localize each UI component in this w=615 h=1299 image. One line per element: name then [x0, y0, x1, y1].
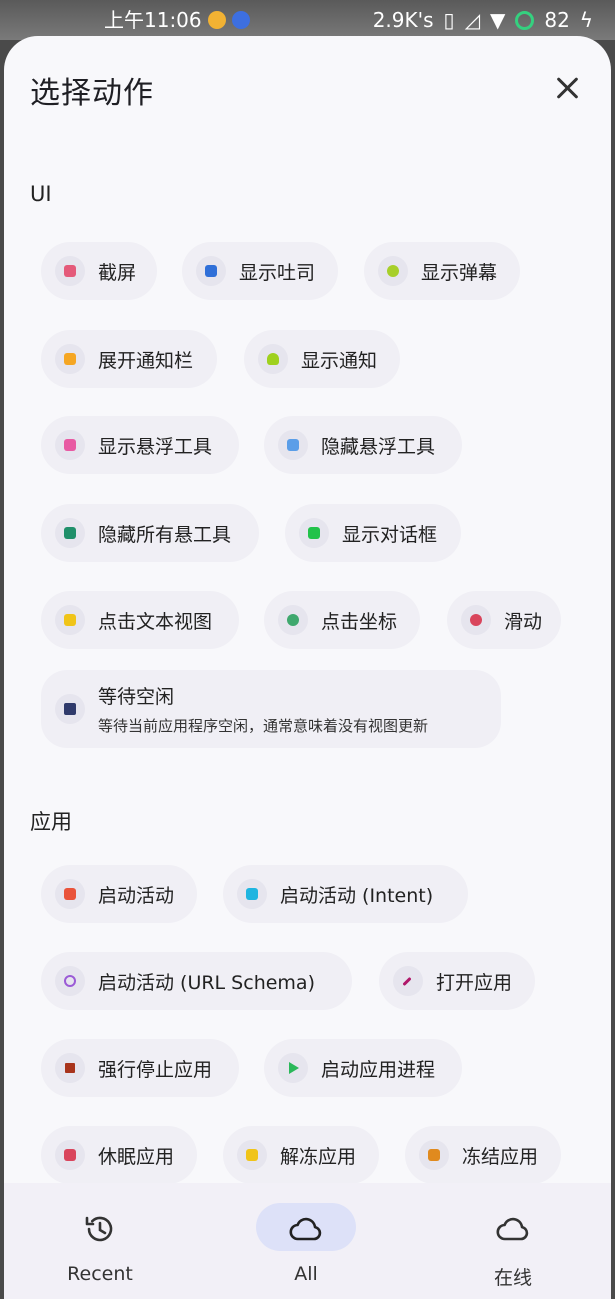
status-bar-left: 上午11:06	[104, 0, 250, 40]
action-show-toast[interactable]: 显示吐司	[182, 242, 338, 300]
action-unfreeze-app[interactable]: 解冻应用	[223, 1126, 379, 1184]
sleep-icon	[55, 1140, 85, 1170]
bell-icon	[258, 344, 288, 374]
stop-icon	[55, 1053, 85, 1083]
nav-label: All	[294, 1263, 318, 1285]
action-force-stop-app[interactable]: 强行停止应用	[41, 1039, 239, 1097]
action-freeze-app[interactable]: 冻结应用	[405, 1126, 561, 1184]
activity-icon	[237, 879, 267, 909]
action-hibernate-app[interactable]: 休眠应用	[41, 1126, 197, 1184]
open-arrow-icon	[393, 966, 423, 996]
toast-icon	[196, 256, 226, 286]
play-icon	[278, 1053, 308, 1083]
hourglass-icon	[55, 694, 85, 724]
action-label: 冻结应用	[462, 1145, 539, 1168]
action-label: 启动活动	[98, 884, 175, 907]
action-label: 展开通知栏	[98, 349, 194, 372]
action-label: 显示悬浮工具	[98, 435, 213, 458]
status-bar-right: 2.9K's ▯ ◿ ▼ 82 ϟ	[373, 0, 593, 40]
action-label: 启动活动 (Intent)	[280, 884, 434, 907]
action-label: 隐藏悬浮工具	[321, 435, 436, 458]
action-label: 显示通知	[301, 349, 378, 372]
action-label: 滑动	[504, 610, 543, 633]
action-label: 点击文本视图	[98, 610, 213, 633]
action-show-danmaku[interactable]: 显示弹幕	[364, 242, 520, 300]
action-label: 解冻应用	[280, 1145, 357, 1168]
action-label: 休眠应用	[98, 1145, 175, 1168]
action-start-activity-url-schema[interactable]: 启动活动 (URL Schema)	[41, 952, 352, 1010]
nav-label: 在线	[493, 1267, 532, 1289]
action-label: 启动活动 (URL Schema)	[98, 971, 315, 994]
action-label: 点击坐标	[321, 610, 398, 633]
floating-window-icon	[55, 430, 85, 460]
screenshot-icon	[55, 256, 85, 286]
action-label: 启动应用进程	[321, 1058, 436, 1081]
action-click-text-view[interactable]: 点击文本视图	[41, 591, 239, 649]
action-start-activity-intent[interactable]: 启动活动 (Intent)	[223, 865, 468, 923]
nav-item-recent[interactable]: Recent	[4, 1183, 200, 1299]
nav-label: Recent	[67, 1263, 133, 1285]
app-notification-icon	[207, 11, 226, 29]
action-start-activity[interactable]: 启动活动	[41, 865, 197, 923]
action-open-app[interactable]: 打开应用	[379, 952, 535, 1010]
section-title-ui: UI	[30, 182, 52, 206]
vibrate-icon: ▯	[443, 8, 455, 32]
touch-icon	[278, 605, 308, 635]
close-button[interactable]	[551, 72, 583, 104]
action-screenshot[interactable]: 截屏	[41, 242, 157, 300]
action-show-notification[interactable]: 显示通知	[244, 330, 400, 388]
signal-icon: ◿	[464, 8, 480, 32]
action-label: 打开应用	[436, 971, 513, 994]
sheet-title: 选择动作	[30, 76, 154, 111]
action-label: 截屏	[98, 261, 137, 284]
activity-icon	[55, 879, 85, 909]
history-icon	[85, 1216, 113, 1242]
action-label: 强行停止应用	[98, 1058, 213, 1081]
nav-item-all[interactable]: All	[206, 1183, 406, 1299]
action-show-floating-tool[interactable]: 显示悬浮工具	[41, 416, 239, 474]
link-icon	[55, 966, 85, 996]
bottom-navigation: Recent All 在线	[4, 1183, 611, 1299]
action-picker-sheet: 选择动作 UI 截屏 显示吐司 显示弹幕 展开通知栏 显示通知 显示悬浮工具 隐…	[4, 36, 611, 1299]
cloud-icon	[289, 1217, 322, 1241]
dialog-icon	[299, 518, 329, 548]
action-label: 显示吐司	[239, 261, 316, 284]
action-label: 等待空闲	[98, 686, 175, 708]
charging-icon: ϟ	[579, 8, 593, 32]
action-swipe[interactable]: 滑动	[447, 591, 561, 649]
unfreeze-icon	[237, 1140, 267, 1170]
swipe-icon	[461, 605, 491, 635]
action-label: 显示弹幕	[421, 261, 498, 284]
window-icon	[55, 518, 85, 548]
battery-icon	[515, 10, 535, 30]
action-text: 等待空闲 等待当前应用程序空闲，通常意味着没有视图更新	[98, 682, 428, 736]
floating-window-icon	[278, 430, 308, 460]
danmaku-icon	[378, 256, 408, 286]
action-click-coordinates[interactable]: 点击坐标	[264, 591, 420, 649]
action-hide-floating-tool[interactable]: 隐藏悬浮工具	[264, 416, 462, 474]
action-label: 显示对话框	[342, 523, 438, 546]
cloud-icon	[496, 1217, 529, 1241]
status-time: 上午11:06	[104, 8, 202, 32]
action-hide-all-floating-tools[interactable]: 隐藏所有悬工具	[41, 504, 259, 562]
action-start-app-process[interactable]: 启动应用进程	[264, 1039, 462, 1097]
freeze-icon	[419, 1140, 449, 1170]
action-description: 等待当前应用程序空闲，通常意味着没有视图更新	[98, 717, 429, 735]
app-notification-icon	[231, 11, 250, 29]
nav-item-online[interactable]: 在线	[413, 1183, 611, 1299]
action-expand-notification-bar[interactable]: 展开通知栏	[41, 330, 217, 388]
battery-level: 82	[544, 8, 570, 32]
action-show-dialog[interactable]: 显示对话框	[285, 504, 461, 562]
text-view-icon	[55, 605, 85, 635]
notification-bar-icon	[55, 344, 85, 374]
action-label: 隐藏所有悬工具	[98, 523, 232, 546]
wifi-icon: ▼	[489, 8, 506, 32]
section-title-app: 应用	[30, 810, 72, 834]
network-speed: 2.9K's	[372, 8, 434, 32]
status-bar: 上午11:06 2.9K's ▯ ◿ ▼ 82 ϟ	[0, 0, 615, 40]
action-wait-idle[interactable]: 等待空闲 等待当前应用程序空闲，通常意味着没有视图更新	[41, 670, 501, 748]
